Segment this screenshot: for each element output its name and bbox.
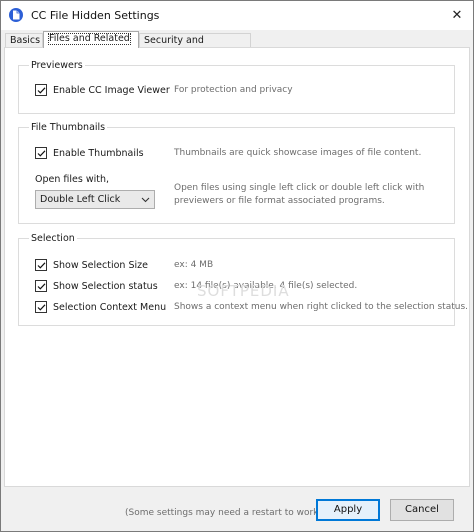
file-thumbnails-group: File Thumbnails Enable Thumbnails Thumbn…	[18, 121, 455, 224]
show-selection-size-label[interactable]: Show Selection Size	[53, 259, 148, 272]
tab-label: Files and Related	[48, 33, 131, 45]
check-icon	[37, 150, 46, 157]
selection-context-menu-checkbox[interactable]	[35, 301, 47, 313]
watermark: SOFTPEDIA	[197, 282, 290, 300]
title-bar[interactable]: CC File Hidden Settings ✕	[1, 1, 473, 30]
group-title-previewers: Previewers	[29, 59, 85, 72]
thumbnails-option-row: Enable Thumbnails Thumbnails are quick s…	[19, 147, 454, 161]
selection-option-row: Selection Context Menu Shows a context m…	[19, 301, 468, 315]
close-icon[interactable]: ✕	[445, 5, 469, 27]
open-files-with-dropdown[interactable]: Double Left Click	[35, 190, 155, 209]
enable-image-viewer-description: For protection and privacy	[174, 85, 293, 95]
selection-context-menu-label[interactable]: Selection Context Menu	[53, 301, 166, 314]
check-icon	[37, 304, 46, 311]
tab-label: Basics	[10, 35, 41, 46]
check-icon	[37, 262, 46, 269]
enable-thumbnails-checkbox[interactable]	[35, 147, 47, 159]
show-selection-status-label[interactable]: Show Selection status	[53, 280, 158, 293]
selection-context-menu-description: Shows a context menu when right clicked …	[174, 302, 468, 312]
selection-option-row: Show Selection Size ex: 4 MB	[19, 259, 454, 273]
window-title: CC File Hidden Settings	[31, 9, 160, 22]
apply-button[interactable]: Apply	[316, 499, 380, 521]
enable-image-viewer-label[interactable]: Enable CC Image Viewer	[53, 84, 170, 97]
show-selection-size-description: ex: 4 MB	[174, 260, 214, 270]
restart-note: (Some settings may need a restart to wor…	[125, 508, 322, 518]
tab-files-and-related[interactable]: Files and Related	[43, 31, 139, 48]
previewers-group: Previewers Enable CC Image Viewer For pr…	[18, 59, 455, 114]
previewer-option-row: Enable CC Image Viewer For protection an…	[19, 84, 454, 98]
open-files-with-label: Open files with,	[35, 174, 110, 185]
settings-window: CC File Hidden Settings ✕ Basics Files a…	[0, 0, 474, 532]
check-icon	[37, 87, 46, 94]
open-files-with-description-line1: Open files using single left click or do…	[174, 183, 425, 193]
show-selection-status-checkbox[interactable]	[35, 280, 47, 292]
document-icon	[9, 8, 23, 22]
tab-basics[interactable]: Basics	[5, 33, 43, 48]
cancel-button[interactable]: Cancel	[390, 499, 454, 521]
enable-image-viewer-checkbox[interactable]	[35, 84, 47, 96]
enable-thumbnails-label[interactable]: Enable Thumbnails	[53, 147, 144, 160]
show-selection-size-checkbox[interactable]	[35, 259, 47, 271]
open-files-with-description-line2: previewers or file format associated pro…	[174, 196, 385, 206]
enable-thumbnails-description: Thumbnails are quick showcase images of …	[174, 148, 422, 158]
chevron-down-icon	[141, 197, 150, 203]
group-title-selection: Selection	[29, 232, 77, 245]
check-icon	[37, 283, 46, 290]
open-files-with-selected: Double Left Click	[40, 194, 121, 205]
group-title-file-thumbnails: File Thumbnails	[29, 121, 108, 134]
tab-security-and-emergency[interactable]: Security and Emergency	[139, 33, 251, 59]
tab-panel-files-and-related: Previewers Enable CC Image Viewer For pr…	[4, 47, 470, 487]
